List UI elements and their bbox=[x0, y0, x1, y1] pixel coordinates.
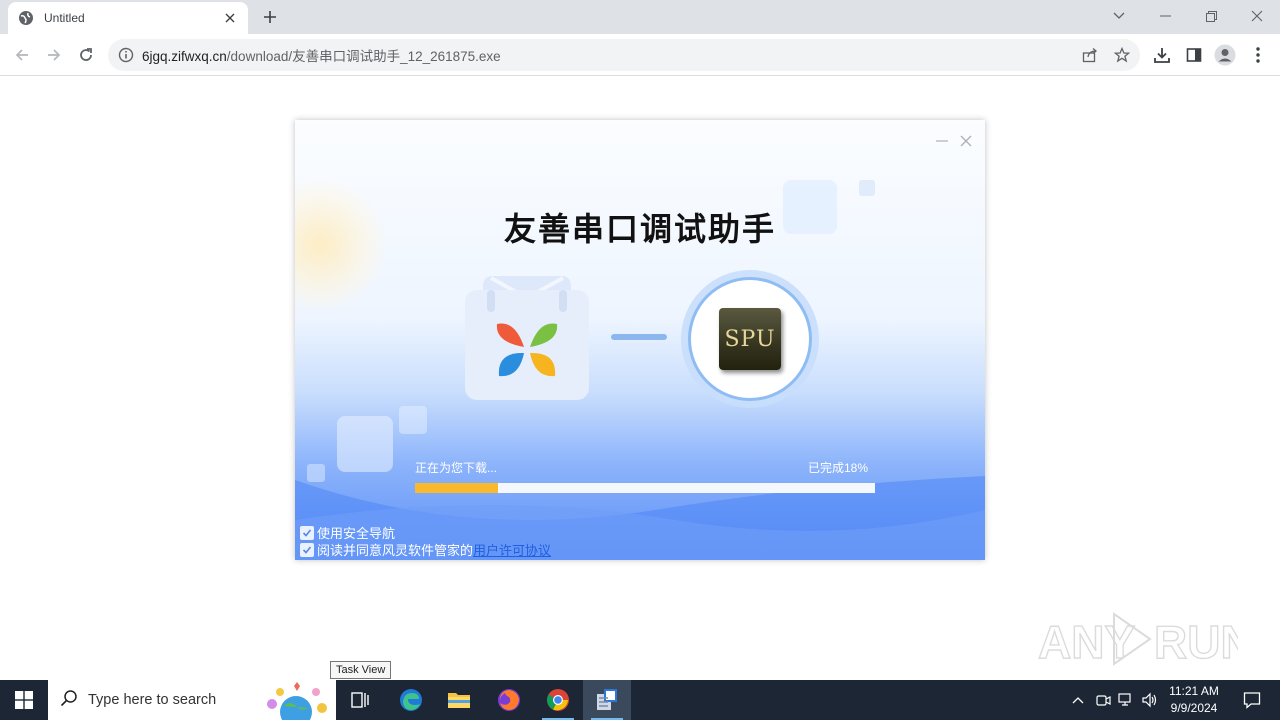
browser-tab[interactable]: Untitled bbox=[8, 2, 248, 34]
profile-avatar-icon[interactable] bbox=[1214, 44, 1236, 66]
option-agreement[interactable]: 阅读并同意风灵软件管家的 用户许可协议 bbox=[300, 540, 551, 559]
edge-icon bbox=[400, 689, 422, 711]
reload-button[interactable] bbox=[72, 41, 100, 69]
app-icon-circle: SPU bbox=[688, 277, 812, 401]
tab-search-icon[interactable] bbox=[1096, 2, 1142, 30]
firefox-icon bbox=[498, 689, 520, 711]
search-icon bbox=[60, 689, 78, 712]
start-button[interactable] bbox=[0, 680, 48, 720]
search-placeholder: Type here to search bbox=[88, 692, 217, 708]
menu-kebab-icon[interactable] bbox=[1247, 44, 1269, 66]
installer-taskbar-button[interactable] bbox=[583, 680, 631, 720]
restore-button[interactable] bbox=[1188, 2, 1234, 30]
tray-chevron-up-icon[interactable] bbox=[1068, 690, 1088, 710]
installer-dialog: 友善串口调试助手 SPU 正在为您下载... 已完成18% 使用安全导航 阅读并… bbox=[295, 120, 985, 560]
folder-icon bbox=[448, 693, 470, 708]
url-path: /download/友善串口调试助手_12_261875.exe bbox=[226, 49, 501, 64]
checkbox-checked-icon[interactable] bbox=[300, 525, 314, 540]
checkbox-checked-icon[interactable] bbox=[300, 542, 314, 557]
close-window-button[interactable] bbox=[1234, 2, 1280, 30]
globe-icon bbox=[18, 10, 34, 26]
svg-text:RUN: RUN bbox=[1154, 616, 1238, 668]
license-agreement-link[interactable]: 用户许可协议 bbox=[473, 540, 551, 559]
app-store-bag-icon bbox=[465, 276, 589, 400]
download-status-text: 正在为您下载... bbox=[415, 461, 498, 475]
spu-app-icon: SPU bbox=[719, 308, 781, 370]
task-view-tooltip: Task View bbox=[330, 661, 392, 679]
download-progress-fill bbox=[415, 483, 498, 493]
firefox-taskbar-button[interactable] bbox=[485, 680, 533, 720]
download-icon[interactable] bbox=[1151, 44, 1173, 66]
close-tab-icon[interactable] bbox=[222, 10, 238, 26]
notification-icon bbox=[1243, 692, 1261, 709]
volume-icon[interactable] bbox=[1140, 690, 1160, 710]
taskbar-search[interactable]: Type here to search bbox=[48, 680, 336, 720]
dialog-minimize-button[interactable] bbox=[933, 132, 951, 150]
forward-button[interactable] bbox=[40, 41, 68, 69]
tab-strip: Untitled bbox=[0, 0, 1280, 34]
deco-square bbox=[859, 180, 875, 196]
url-text: 6jgq.zifwxq.cn/download/友善串口调试助手_12_2618… bbox=[142, 45, 501, 65]
address-bar[interactable]: 6jgq.zifwxq.cn/download/友善串口调试助手_12_2618… bbox=[108, 39, 1140, 71]
app-icon-ring: SPU bbox=[681, 270, 819, 408]
tab-title: Untitled bbox=[44, 11, 85, 25]
clock-time: 11:21 AM bbox=[1169, 684, 1219, 698]
clock-date: 9/9/2024 bbox=[1170, 701, 1218, 715]
share-icon[interactable] bbox=[1080, 46, 1100, 64]
back-button[interactable] bbox=[8, 41, 36, 69]
anyrun-watermark-logo: ANY RUN bbox=[1038, 612, 1238, 669]
taskbar: Type here to search 11:21 AM 9/9/2024 bbox=[0, 680, 1280, 720]
minimize-button[interactable] bbox=[1142, 2, 1188, 30]
site-info-icon[interactable] bbox=[118, 47, 134, 63]
tray-meet-icon[interactable] bbox=[1093, 690, 1113, 710]
connector-line bbox=[611, 334, 667, 340]
deco-square bbox=[399, 406, 427, 434]
download-percent-text: 已完成18% bbox=[807, 461, 868, 475]
side-panel-icon[interactable] bbox=[1183, 44, 1205, 66]
dialog-close-button[interactable] bbox=[957, 132, 975, 150]
search-highlight-illustration-icon bbox=[267, 682, 327, 720]
notification-center-button[interactable] bbox=[1232, 680, 1272, 720]
network-icon[interactable] bbox=[1116, 690, 1136, 710]
installer-title: 友善串口调试助手 bbox=[503, 210, 776, 248]
option-agreement-label: 阅读并同意风灵软件管家的 bbox=[317, 543, 474, 558]
edge-taskbar-button[interactable] bbox=[387, 680, 435, 720]
new-tab-button[interactable] bbox=[258, 6, 282, 28]
installer-app-icon bbox=[597, 689, 617, 710]
task-view-button[interactable] bbox=[336, 680, 384, 720]
chrome-taskbar-button[interactable] bbox=[534, 680, 582, 720]
download-progress-bar bbox=[415, 483, 875, 493]
task-view-icon bbox=[351, 692, 369, 708]
bookmark-star-icon[interactable] bbox=[1112, 46, 1132, 64]
chrome-icon bbox=[547, 689, 569, 711]
url-host: 6jgq.zifwxq.cn bbox=[142, 49, 227, 64]
file-explorer-taskbar-button[interactable] bbox=[435, 680, 483, 720]
windows-logo-icon bbox=[15, 691, 33, 709]
taskbar-clock[interactable]: 11:21 AM 9/9/2024 bbox=[1164, 683, 1224, 717]
browser-toolbar: 6jgq.zifwxq.cn/download/友善串口调试助手_12_2618… bbox=[0, 34, 1280, 76]
